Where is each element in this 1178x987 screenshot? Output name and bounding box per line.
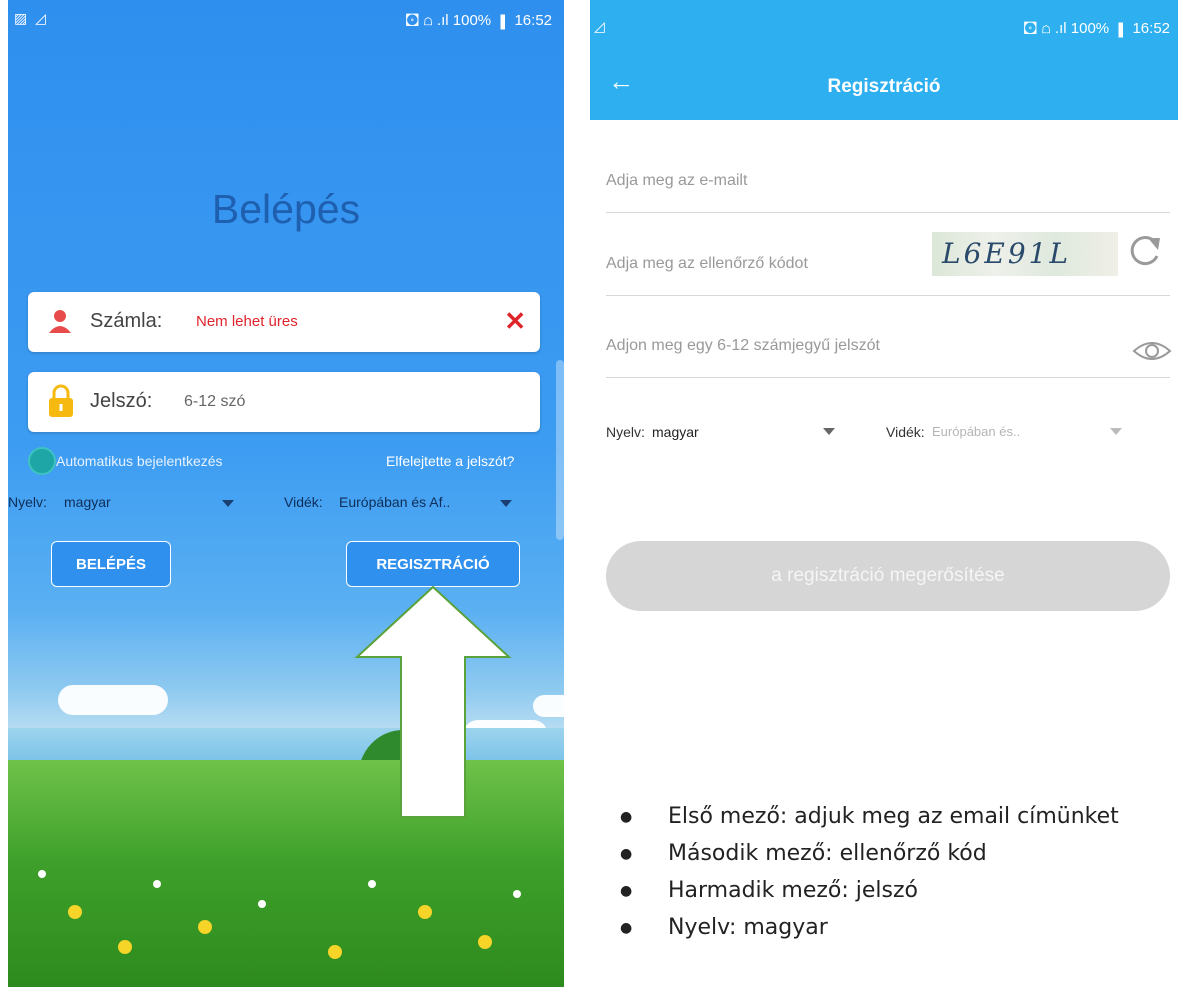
language-label: Nyelv: bbox=[8, 494, 47, 510]
auto-login-label: Automatikus bejelentkezés bbox=[56, 453, 223, 469]
refresh-icon[interactable] bbox=[1124, 232, 1164, 272]
eye-icon[interactable] bbox=[1132, 338, 1172, 364]
region-select[interactable]: Európában és Af.. bbox=[339, 494, 450, 510]
region-dropdown-icon[interactable] bbox=[500, 500, 512, 507]
captcha-image: L6E91L bbox=[932, 232, 1118, 276]
flower bbox=[328, 945, 342, 959]
lock-icon bbox=[49, 384, 73, 417]
status-left-icons: ◿ bbox=[594, 18, 605, 34]
region-dropdown-icon[interactable] bbox=[1110, 428, 1122, 435]
password-label: Jelszó: bbox=[90, 390, 153, 412]
verification-code-placeholder: Adja meg az ellenőrző kódot bbox=[606, 255, 808, 272]
region-label: Vidék: bbox=[886, 424, 925, 440]
daisy bbox=[368, 880, 376, 888]
forgot-password-link[interactable]: Elfelejtette a jelszót? bbox=[386, 453, 514, 469]
daisy bbox=[38, 870, 46, 878]
account-error: Nem lehet üres bbox=[196, 313, 298, 330]
page-title: Belépés bbox=[211, 186, 361, 232]
scroll-indicator bbox=[556, 360, 564, 540]
password-placeholder: Adjon meg egy 6-12 számjegyű jelszót bbox=[606, 337, 880, 354]
account-field[interactable]: Számla: Nem lehet üres ✕ bbox=[28, 292, 540, 352]
account-label: Számla: bbox=[90, 310, 163, 332]
flower bbox=[68, 905, 82, 919]
confirm-registration-button[interactable]: a regisztráció megerősítése bbox=[606, 541, 1170, 611]
flower bbox=[118, 940, 132, 954]
auto-login-radio[interactable] bbox=[30, 449, 54, 473]
language-dropdown-icon[interactable] bbox=[222, 500, 234, 507]
password-field[interactable]: Jelszó: 6-12 szó bbox=[28, 372, 540, 432]
language-label: Nyelv: bbox=[606, 424, 645, 440]
status-bar: ▨ ◿ 🖸 ☖ .ıl 100% ▮ 16:52 bbox=[8, 0, 564, 38]
password-hint: 6-12 szó bbox=[184, 393, 246, 410]
email-input[interactable]: Adja meg az e-mailt bbox=[606, 172, 1170, 213]
user-icon bbox=[49, 310, 71, 333]
daisy bbox=[258, 900, 266, 908]
list-item: Első mező: adjuk meg az email címünket bbox=[620, 798, 1119, 835]
flower bbox=[198, 920, 212, 934]
status-right-info: 🖸 ☖ .ıl 100% ▮ 16:52 bbox=[1023, 20, 1170, 37]
flower bbox=[418, 905, 432, 919]
page-title: Regisztráció bbox=[827, 76, 941, 97]
arrow-up-icon bbox=[354, 585, 512, 818]
daisy bbox=[513, 890, 521, 898]
daisy bbox=[153, 880, 161, 888]
app-header: ◿ 🖸 ☖ .ıl 100% ▮ 16:52 ← Regisztráció bbox=[590, 0, 1178, 120]
instruction-list: Első mező: adjuk meg az email címünket M… bbox=[620, 798, 1119, 946]
registration-screen: ◿ 🖸 ☖ .ıl 100% ▮ 16:52 ← Regisztráció Ad… bbox=[590, 0, 1178, 987]
login-screen: ▨ ◿ 🖸 ☖ .ıl 100% ▮ 16:52 Belépés Számla:… bbox=[8, 0, 564, 987]
language-dropdown-icon[interactable] bbox=[823, 428, 835, 435]
list-item: Második mező: ellenőrző kód bbox=[620, 835, 1119, 872]
list-item: Harmadik mező: jelszó bbox=[620, 872, 1119, 909]
login-button[interactable]: BELÉPÉS bbox=[51, 541, 171, 587]
region-select[interactable]: Európában és.. bbox=[932, 424, 1020, 439]
status-right-info: 🖸 ☖ .ıl 100% ▮ 16:52 bbox=[405, 12, 552, 29]
cloud bbox=[533, 695, 564, 717]
register-button[interactable]: REGISZTRÁCIÓ bbox=[346, 541, 520, 587]
cloud bbox=[58, 685, 168, 715]
language-select[interactable]: magyar bbox=[64, 494, 111, 510]
language-select[interactable]: magyar bbox=[652, 424, 699, 440]
clear-icon[interactable]: ✕ bbox=[504, 306, 526, 337]
flower bbox=[478, 935, 492, 949]
status-left-icons: ▨ ◿ bbox=[14, 10, 48, 26]
list-item: Nyelv: magyar bbox=[620, 909, 1119, 946]
password-input[interactable]: Adjon meg egy 6-12 számjegyű jelszót bbox=[606, 337, 1170, 378]
region-label: Vidék: bbox=[284, 494, 323, 510]
